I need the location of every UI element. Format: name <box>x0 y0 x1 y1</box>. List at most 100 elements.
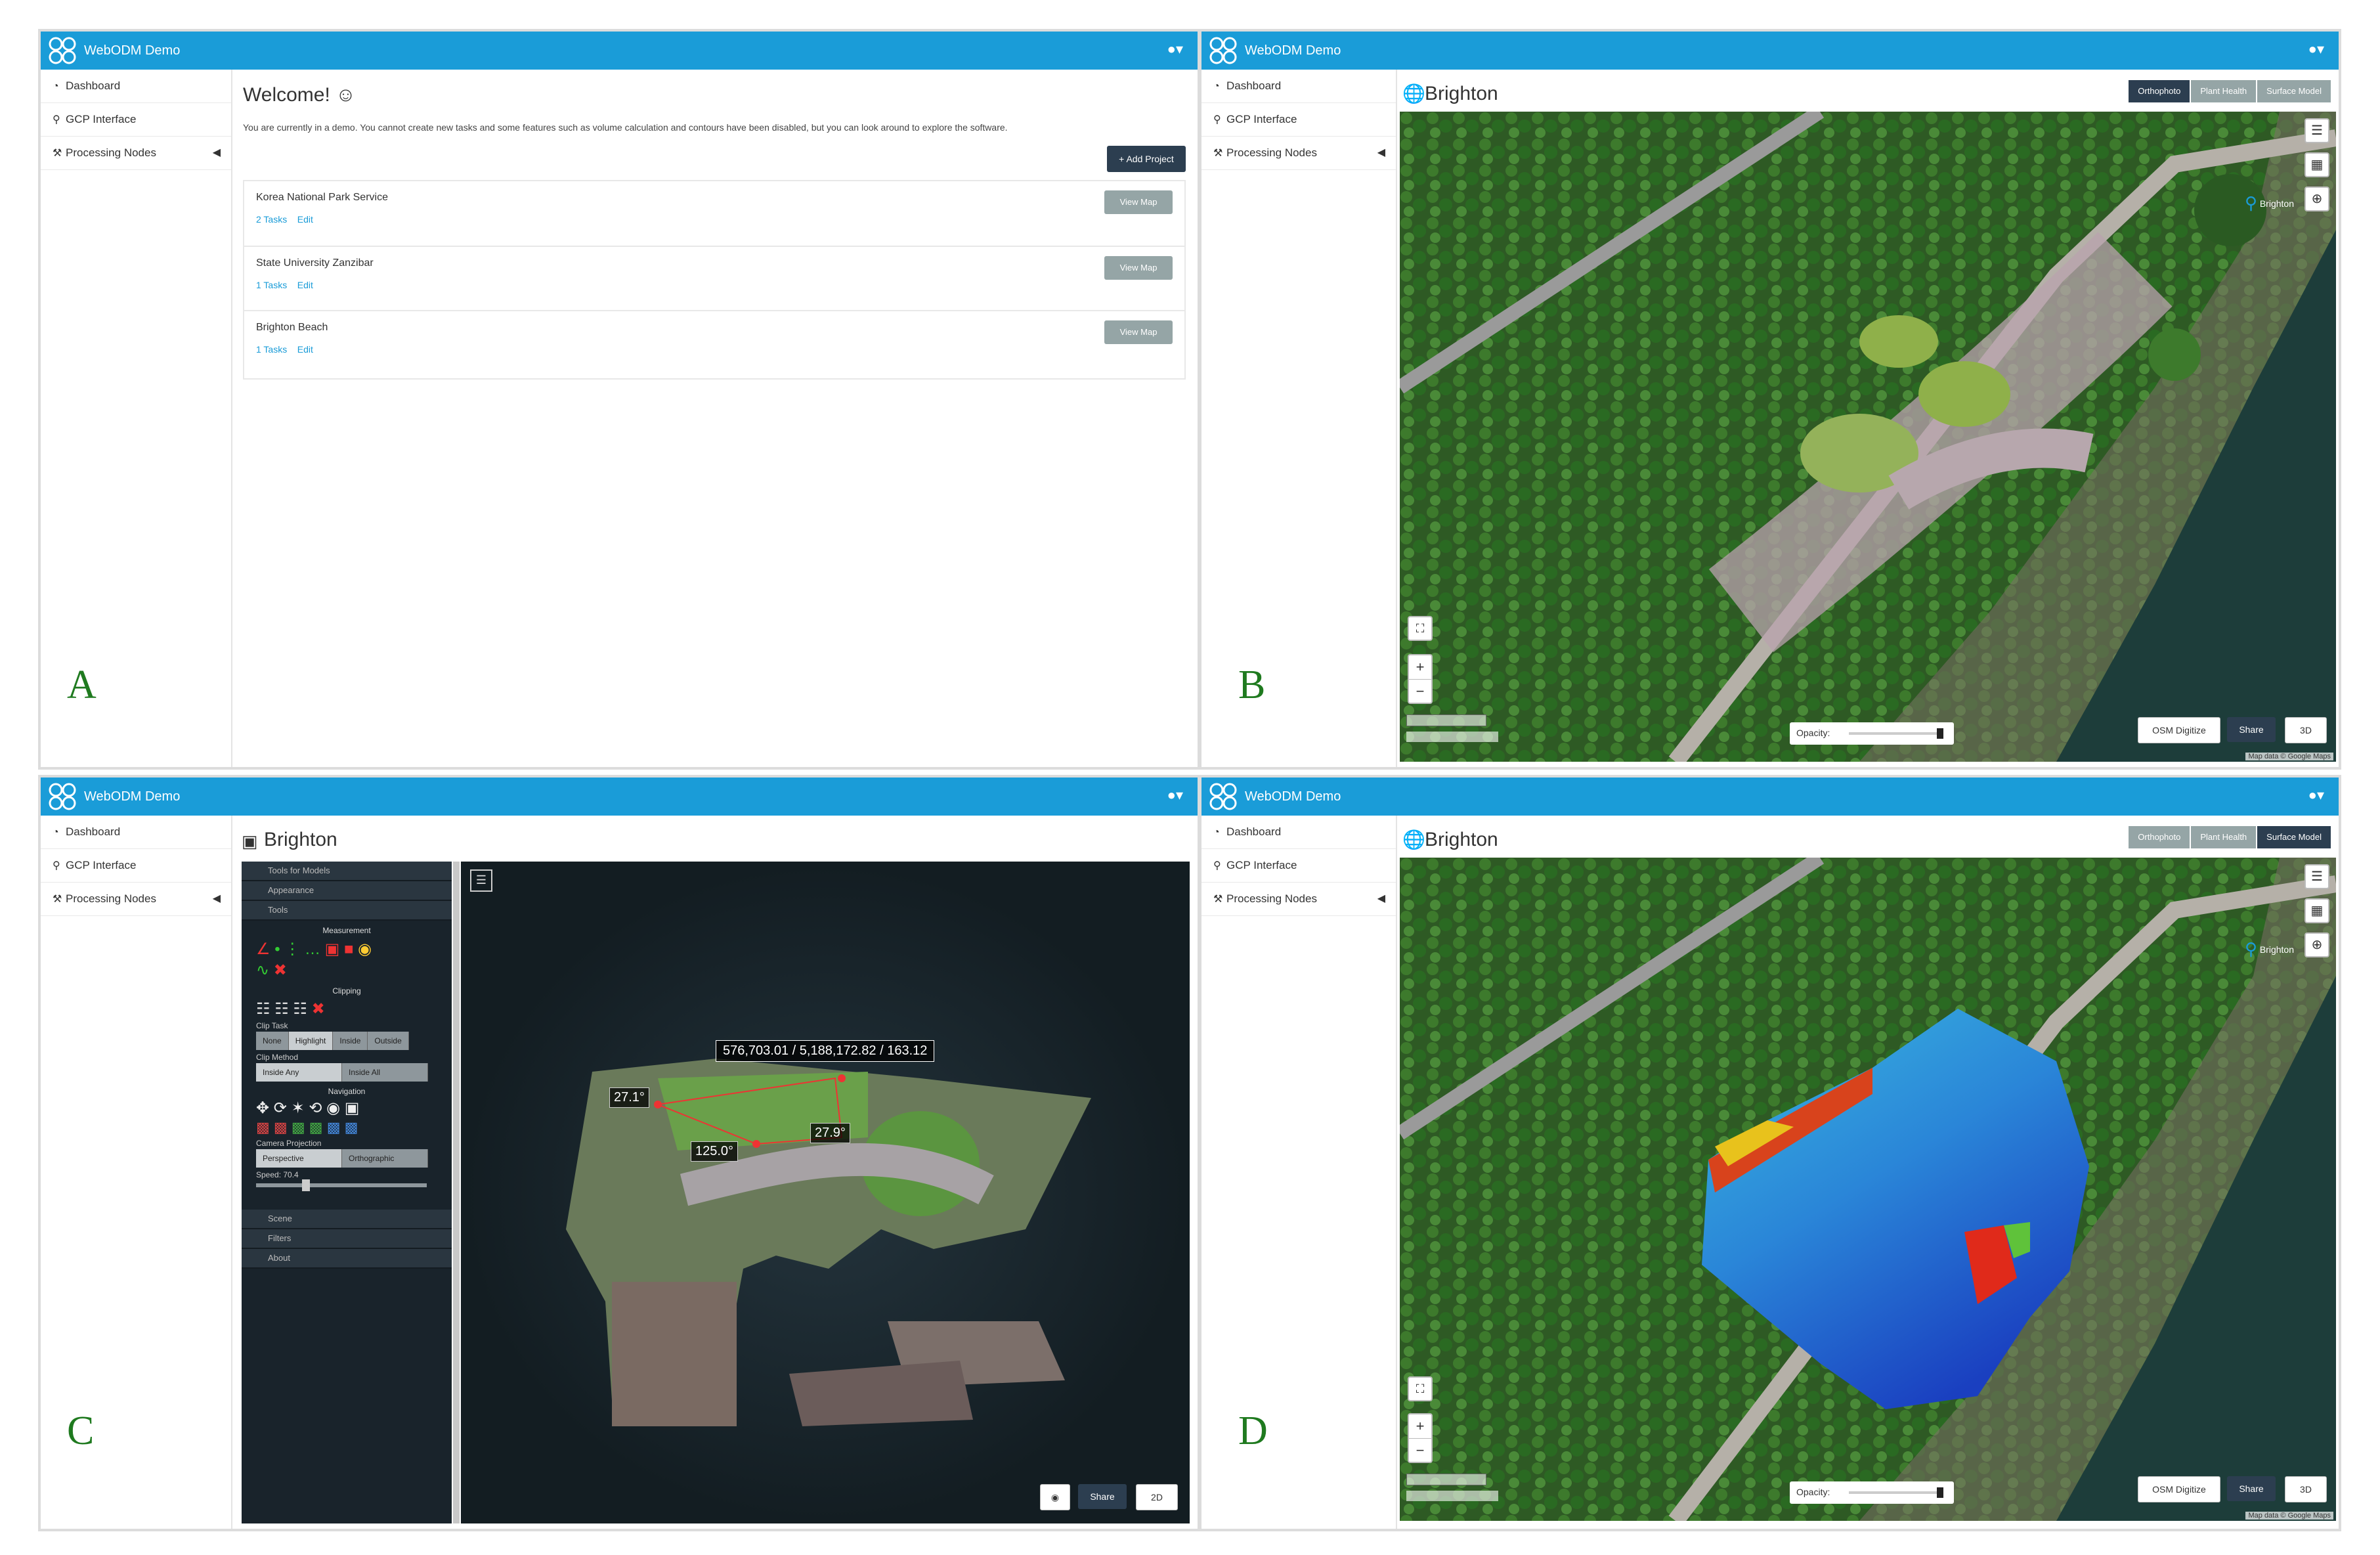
clip-task-highlight[interactable]: Highlight <box>288 1032 334 1050</box>
grid-control-button[interactable]: ▦ <box>2304 898 2329 923</box>
view-map-button[interactable]: View Map <box>1104 256 1173 280</box>
sidebar-item-dashboard[interactable]: ◔ Dashboard <box>41 816 231 849</box>
map-view[interactable]: ☰ ▦ ⊕ ⚲ Brighton ⛶ + − Opacity: OSM Digi… <box>1400 112 2336 762</box>
add-control-button[interactable]: ⊕ <box>2304 932 2329 957</box>
orbit-controls-icon[interactable]: ⟲ <box>309 1099 322 1117</box>
sidebar-item-processing-nodes[interactable]: ⚒ Processing Nodes ◀ <box>1201 137 1396 170</box>
view-left-icon[interactable]: ▩ <box>256 1119 270 1135</box>
clip-volume-icon[interactable]: ☷ <box>256 1000 270 1018</box>
clip-polygon-icon[interactable]: ☷ <box>274 1000 289 1018</box>
clip-method-inside-all[interactable]: Inside All <box>342 1063 428 1082</box>
sidebar-item-gcp-interface[interactable]: ⚲ GCP Interface <box>41 103 231 137</box>
view-map-button[interactable]: View Map <box>1104 320 1173 344</box>
tab-orthophoto[interactable]: Orthophoto <box>2129 80 2190 102</box>
fullscreen-button[interactable]: ⛶ <box>1408 616 1433 641</box>
cube-view-icon[interactable]: ▣ <box>345 1099 360 1117</box>
share-button[interactable]: Share <box>2227 1476 2276 1501</box>
view-bottom-icon[interactable]: ▩ <box>345 1119 358 1135</box>
camera-orthographic[interactable]: Orthographic <box>342 1149 428 1168</box>
tasks-link[interactable]: 1 Tasks <box>256 344 287 355</box>
map-marker-icon[interactable]: ⚲ <box>2245 193 2257 213</box>
speed-slider[interactable] <box>256 1179 427 1191</box>
menu-section-filters[interactable]: Filters <box>242 1229 452 1249</box>
sidebar-item-gcp-interface[interactable]: ⚲ GCP Interface <box>1201 849 1396 883</box>
edit-link[interactable]: Edit <box>297 280 313 290</box>
osm-digitize-button[interactable]: OSM Digitize <box>2138 1476 2220 1502</box>
view-right-icon[interactable]: ▩ <box>292 1119 305 1135</box>
remove-measurements-icon[interactable]: ✖ <box>274 961 287 979</box>
menu-section-about[interactable]: About <box>242 1249 452 1269</box>
opacity-slider-handle[interactable] <box>1937 728 1943 739</box>
menu-section-appearance[interactable]: Appearance <box>242 881 452 901</box>
zoom-in-button[interactable]: + <box>1409 1414 1431 1439</box>
add-project-button[interactable]: + Add Project <box>1107 146 1186 172</box>
height-tool-icon[interactable]: … <box>305 940 320 958</box>
earth-controls-icon[interactable]: ✥ <box>256 1099 269 1117</box>
user-menu-button[interactable]: ●▾ <box>1167 41 1183 58</box>
sidebar-item-processing-nodes[interactable]: ⚒ Processing Nodes ◀ <box>41 137 231 170</box>
zoom-out-button[interactable]: − <box>1409 1439 1431 1462</box>
layers-control-button[interactable]: ☰ <box>2304 118 2329 143</box>
camera-perspective[interactable]: Perspective <box>256 1149 342 1168</box>
point-tool-icon[interactable]: • <box>274 940 280 958</box>
share-button[interactable]: Share <box>1078 1484 1127 1509</box>
sidebar-item-processing-nodes[interactable]: ⚒ Processing Nodes ◀ <box>41 883 231 916</box>
layers-control-button[interactable]: ☰ <box>2304 864 2329 889</box>
remove-clipping-icon[interactable]: ✖ <box>312 1000 325 1018</box>
opacity-slider-handle[interactable] <box>1937 1487 1943 1498</box>
sidebar-item-dashboard[interactable]: ◔ Dashboard <box>41 70 231 103</box>
sidebar-item-processing-nodes[interactable]: ⚒ Processing Nodes ◀ <box>1201 883 1396 916</box>
clip-screen-icon[interactable]: ☷ <box>293 1000 307 1018</box>
tasks-link[interactable]: 1 Tasks <box>256 280 287 290</box>
add-control-button[interactable]: ⊕ <box>2304 186 2329 211</box>
fullscreen-button[interactable]: ⛶ <box>1408 1376 1433 1401</box>
view-top-icon[interactable]: ▩ <box>327 1119 341 1135</box>
menu-section-scene[interactable]: Scene <box>242 1210 452 1229</box>
speed-slider-handle[interactable] <box>302 1179 310 1191</box>
osm-digitize-button[interactable]: OSM Digitize <box>2138 717 2220 743</box>
distance-tool-icon[interactable]: ⋮ <box>284 940 300 958</box>
menu-section-tools[interactable]: Tools <box>242 901 452 921</box>
opacity-slider[interactable] <box>1849 1491 1941 1494</box>
profile-tool-icon[interactable]: ∿ <box>256 961 269 979</box>
angle-tool-icon[interactable]: ∠ <box>256 940 270 958</box>
menu-toggle-button[interactable]: ☰ <box>470 869 492 892</box>
opacity-slider[interactable] <box>1849 732 1941 735</box>
tab-surface-model[interactable]: Surface Model <box>2257 80 2331 102</box>
view-map-button[interactable]: View Map <box>1104 190 1173 214</box>
map-view[interactable]: ☰ ▦ ⊕ ⚲ Brighton ⛶ + − Opacity: OSM Digi… <box>1400 858 2336 1521</box>
2d-button[interactable]: 2D <box>1136 1484 1178 1510</box>
point-cloud-canvas[interactable]: ☰ 576,703.01 / 5,188,172.82 / 163.12 27.… <box>461 862 1190 1523</box>
tab-plant-health[interactable]: Plant Health <box>2191 80 2257 102</box>
grid-control-button[interactable]: ▦ <box>2304 152 2329 177</box>
sidebar-item-dashboard[interactable]: ◔ Dashboard <box>1201 816 1396 849</box>
menu-section-tools-for-models[interactable]: Tools for Models <box>242 862 452 881</box>
globe-button[interactable]: ◉ <box>1040 1484 1070 1510</box>
tab-surface-model[interactable]: Surface Model <box>2257 826 2331 848</box>
sidebar-item-dashboard[interactable]: ◔ Dashboard <box>1201 70 1396 103</box>
area-tool-icon[interactable]: ▣ <box>325 940 340 958</box>
volume-tool-icon[interactable]: ■ <box>344 940 354 958</box>
zoom-in-button[interactable]: + <box>1409 655 1431 680</box>
sidebar-item-gcp-interface[interactable]: ⚲ GCP Interface <box>1201 103 1396 137</box>
tab-orthophoto[interactable]: Orthophoto <box>2129 826 2190 848</box>
tab-plant-health[interactable]: Plant Health <box>2191 826 2257 848</box>
clip-task-inside[interactable]: Inside <box>333 1032 368 1050</box>
helicopter-controls-icon[interactable]: ✶ <box>292 1099 305 1117</box>
clip-task-outside[interactable]: Outside <box>368 1032 409 1050</box>
edit-link[interactable]: Edit <box>297 344 313 355</box>
view-front-icon[interactable]: ▩ <box>274 1119 288 1135</box>
sidebar-item-gcp-interface[interactable]: ⚲ GCP Interface <box>41 849 231 883</box>
share-button[interactable]: Share <box>2227 717 2276 742</box>
sidebar-splitter[interactable] <box>453 862 460 1523</box>
circle-tool-icon[interactable]: ◉ <box>358 940 372 958</box>
3d-button[interactable]: 3D <box>2285 1476 2327 1502</box>
fly-controls-icon[interactable]: ⟳ <box>274 1099 287 1117</box>
tasks-link[interactable]: 2 Tasks <box>256 214 287 225</box>
clip-task-none[interactable]: None <box>256 1032 289 1050</box>
user-menu-button[interactable]: ●▾ <box>2308 787 2324 804</box>
map-marker-icon[interactable]: ⚲ <box>2245 939 2257 959</box>
user-menu-button[interactable]: ●▾ <box>2308 41 2324 58</box>
clip-method-inside-any[interactable]: Inside Any <box>256 1063 342 1082</box>
3d-button[interactable]: 3D <box>2285 717 2327 743</box>
